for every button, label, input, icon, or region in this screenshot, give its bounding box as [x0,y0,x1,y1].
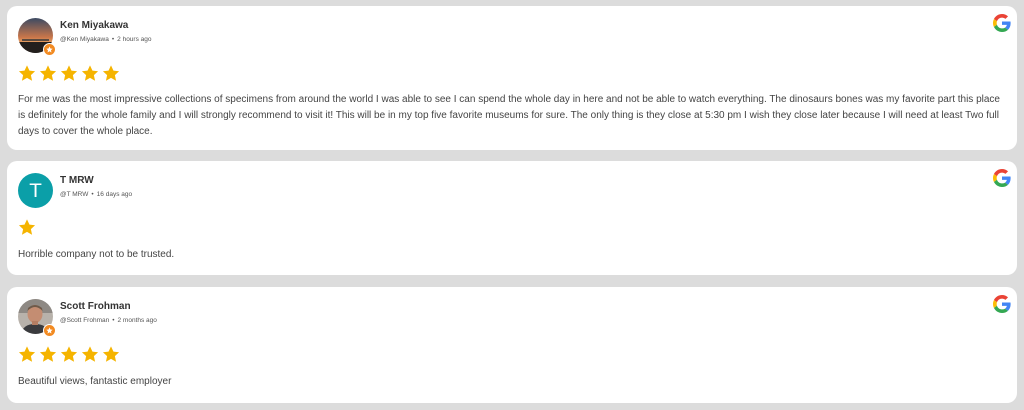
google-icon[interactable] [993,169,1011,187]
star-icon [81,346,99,362]
star-rating [17,64,121,83]
google-icon[interactable] [993,295,1011,313]
review-text: Horrible company not to be trusted. [18,249,175,260]
review-card: T T MRW @T MRW • 16 days ago Horrible comp… [7,161,1017,275]
avatar[interactable] [18,18,56,56]
reviewer-handle: @T MRW [60,191,89,198]
star-icon [18,65,36,81]
star-icon [102,65,120,81]
reviewer-name[interactable]: Scott Frohman [60,301,131,312]
meta-separator: • [111,36,115,43]
local-guide-badge-icon [43,43,56,56]
local-guide-badge-icon [43,324,56,337]
review-time: 16 days ago [96,191,133,198]
meta-separator: • [91,191,94,198]
review-list: Ken Miyakawa @Ken Miyakawa • 2 hours ago F… [0,0,1024,410]
star-rating [17,218,37,237]
review-time: 2 hours ago [117,36,152,43]
star-icon [18,346,36,362]
avatar[interactable]: T [18,173,53,208]
review-meta: @T MRW • 16 days ago [60,191,132,198]
star-icon [18,219,36,235]
star-icon [60,65,78,81]
reviewer-name[interactable]: T MRW [60,175,94,186]
review-card: Scott Frohman @Scott Frohman • 2 months ag… [7,287,1017,403]
review-text: For me was the most impressive collectio… [18,94,1000,137]
avatar[interactable] [18,299,56,337]
star-icon [102,346,120,362]
reviewer-handle: @Ken Miyakawa [60,36,109,43]
review-card: Ken Miyakawa @Ken Miyakawa • 2 hours ago F… [7,6,1017,150]
star-icon [81,65,99,81]
reviewer-handle: @Scott Frohman [60,317,110,324]
meta-separator: • [112,317,115,324]
review-time: 2 months ago [117,317,157,324]
star-icon [39,65,57,81]
google-icon[interactable] [993,14,1011,32]
star-rating [17,345,121,364]
review-meta: @Ken Miyakawa • 2 hours ago [60,36,152,43]
avatar-letter: T [18,173,53,208]
review-meta: @Scott Frohman • 2 months ago [60,317,157,324]
star-icon [39,346,57,362]
star-icon [60,346,78,362]
reviewer-name[interactable]: Ken Miyakawa [60,20,128,31]
review-text: Beautiful views, fantastic employer [18,376,172,387]
